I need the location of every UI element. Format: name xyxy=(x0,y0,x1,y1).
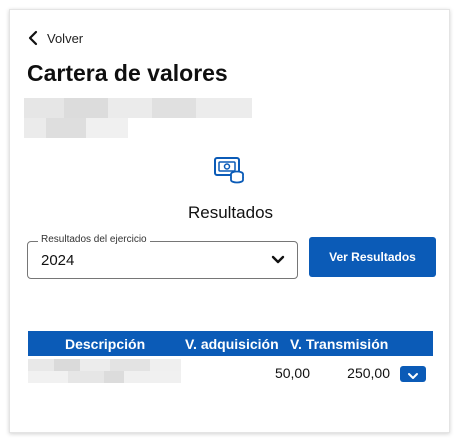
section-title: Resultados xyxy=(187,203,274,222)
year-select-value: 2024 xyxy=(41,252,75,269)
view-results-button[interactable]: Ver Resultados xyxy=(309,237,436,277)
table-row: 50,00 250,00 xyxy=(28,357,433,385)
chevron-left-icon xyxy=(28,30,38,46)
back-link[interactable]: Volver xyxy=(27,30,83,46)
money-coins-icon xyxy=(213,155,247,187)
chevron-down-icon xyxy=(271,255,285,264)
cell-adquisicion: 50,00 xyxy=(274,365,310,381)
column-header-transmision: V. Transmisión xyxy=(290,336,389,352)
redacted-account-info xyxy=(24,98,252,140)
chevron-down-icon xyxy=(408,372,418,379)
year-select-legend: Resultados del ejercicio xyxy=(38,234,150,245)
year-select[interactable]: Resultados del ejercicio 2024 xyxy=(27,234,298,279)
row-expand-button[interactable] xyxy=(400,366,426,382)
page-title: Cartera de valores xyxy=(27,60,228,86)
cell-transmision: 250,00 xyxy=(347,365,390,381)
table-header: Descripción V. adquisición V. Transmisió… xyxy=(28,331,433,356)
redacted-description xyxy=(28,359,181,383)
back-link-label: Volver xyxy=(47,30,84,46)
column-header-descripcion: Descripción xyxy=(65,336,146,352)
column-header-adquisicion: V. adquisición xyxy=(185,336,279,352)
